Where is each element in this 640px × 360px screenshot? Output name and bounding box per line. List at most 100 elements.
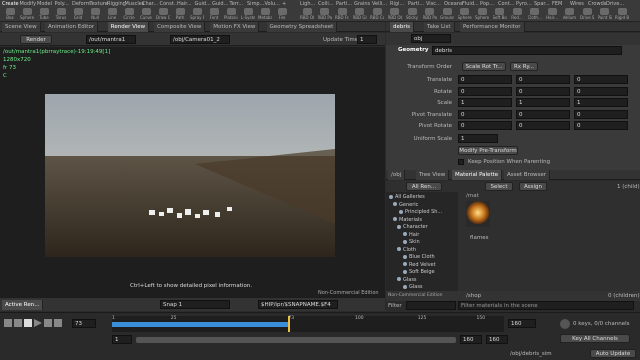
gallery-tree-item[interactable]: Skin — [403, 239, 420, 245]
shelf-tool-rbd[interactable]: RBD Packed... — [318, 8, 332, 22]
shelf-tab[interactable]: Fluid... — [462, 1, 479, 7]
shelf-tool-grid[interactable]: Grid — [71, 8, 85, 22]
current-frame-field[interactable]: 73 — [72, 319, 96, 328]
shelf-tab[interactable]: Pop... — [480, 1, 494, 7]
shelf-tool-curve[interactable]: Curve — [139, 8, 153, 22]
shelf-tab[interactable]: Deform — [72, 1, 91, 7]
shelf-tool-tube[interactable]: Tube — [37, 8, 51, 22]
shelf-tab[interactable]: FEM — [552, 1, 562, 7]
shelf-tab[interactable]: Guid... — [195, 1, 211, 7]
assign-button[interactable]: Assign — [519, 182, 547, 191]
tab-material[interactable]: /obj — [388, 170, 406, 180]
param-field[interactable]: 0 — [516, 109, 570, 119]
stop-icon[interactable] — [24, 319, 32, 327]
shelf-tab[interactable]: Parti... — [408, 1, 424, 7]
shelf-tool-rbd[interactable]: Soft Body — [493, 8, 507, 22]
gallery-tree-item[interactable]: Glass — [403, 284, 423, 290]
shelf-tab[interactable]: Rigging — [107, 1, 126, 7]
tab-right[interactable]: Take List — [424, 22, 455, 32]
shelf-tool-rbd[interactable]: Ground Plane — [440, 8, 454, 22]
param-field[interactable]: 0 — [574, 121, 628, 130]
param-field[interactable]: 0 — [458, 75, 512, 84]
shelf-tool-rbd[interactable]: RBD Object... — [388, 8, 402, 22]
gallery-tree-item[interactable]: Generic — [393, 202, 418, 208]
param-field[interactable]: 0 — [458, 109, 512, 119]
tab-animation-editor[interactable]: Animation Editor — [45, 22, 99, 32]
shelf-tab[interactable]: Guid... — [212, 1, 228, 7]
tab-composite-view[interactable]: Composite View — [154, 22, 206, 32]
param-field[interactable]: 0 — [574, 75, 628, 84]
filter-gallery-input[interactable] — [406, 301, 456, 310]
tab-scene-view[interactable]: Scene View — [2, 22, 41, 32]
shelf-tab[interactable]: Simp... — [247, 1, 264, 7]
renderer-filter-select[interactable]: All Ren... — [406, 182, 442, 191]
auto-update-button[interactable]: Auto Update — [590, 349, 636, 358]
rotation-order-select[interactable]: Rx Ry... — [510, 62, 538, 71]
first-frame-icon[interactable] — [4, 319, 12, 327]
shelf-tool-rbd[interactable]: Drive Sim — [580, 8, 594, 22]
timeline-bar[interactable]: 1 25 73 100 125 150 — [112, 316, 504, 332]
shelf-tool-spray-paint[interactable]: Spray Paint — [190, 8, 204, 22]
shelf-tool-rbd[interactable]: RBD Configure... — [370, 8, 384, 22]
shelf-tool-rbd[interactable]: Hair... — [545, 8, 559, 22]
active-renders-tab[interactable]: Active Ren... — [2, 300, 44, 310]
shelf-tool-rbd[interactable]: Rigid Ball — [615, 8, 629, 22]
shelf-tab[interactable]: Wires — [570, 1, 584, 7]
shelf-tool-rbd[interactable]: Vellum Brush — [563, 8, 577, 22]
play-icon[interactable] — [34, 319, 42, 327]
shelf-tab[interactable]: Modify — [20, 1, 37, 7]
gallery-tree-item[interactable]: Soft Beige — [403, 269, 435, 275]
shelf-tab[interactable]: Grains — [354, 1, 370, 7]
shelf-tab[interactable]: Colli... — [318, 1, 334, 7]
update-time-field[interactable]: 1 — [357, 35, 377, 44]
param-field[interactable]: 0 — [516, 86, 570, 96]
shelf-tab[interactable]: Model — [37, 1, 52, 7]
gallery-tree-item[interactable]: Hair — [403, 232, 419, 238]
param-field[interactable]: 1 — [458, 98, 512, 107]
gallery-tree-item[interactable]: Cloth — [397, 247, 416, 253]
shelf-tab[interactable]: Oceans — [444, 1, 463, 7]
shelf-tab[interactable]: Velli... — [372, 1, 387, 7]
network-path-field[interactable]: obj — [411, 34, 451, 43]
tab-right[interactable]: debris — [390, 22, 415, 32]
gallery-tree-item[interactable]: Principled Sh... — [399, 209, 442, 215]
tab-material[interactable]: Tree View — [416, 170, 450, 180]
last-frame-icon[interactable] — [54, 319, 62, 327]
shelf-tool-file[interactable]: File — [275, 8, 289, 22]
param-field[interactable]: 1 — [574, 98, 628, 107]
global-end-field[interactable]: 160 — [486, 335, 508, 344]
shelf-tab[interactable]: Pyro... — [516, 1, 532, 7]
shelf-tool-metaball[interactable]: Metaball — [258, 8, 272, 22]
range-slider[interactable] — [136, 337, 456, 343]
transform-order-select[interactable]: Scale Rot Tr... — [462, 62, 506, 71]
shelf-tool-platonic-solids[interactable]: Platonic Solids — [224, 8, 238, 22]
gallery-tree-item[interactable]: Materials — [393, 217, 422, 223]
camera-field[interactable]: /obj/Camera01_2 — [170, 35, 230, 44]
shelf-tool-rbd[interactable]: Rod... — [510, 8, 524, 22]
param-field[interactable]: 0 — [574, 109, 628, 119]
shelf-tool-rbd[interactable]: Sticky — [405, 8, 419, 22]
shelf-tab[interactable]: Hair... — [177, 1, 192, 7]
shelf-tool-rbd[interactable]: RBD Glue... — [353, 8, 367, 22]
keep-position-checkbox[interactable] — [458, 159, 464, 165]
tab-motion-fx-view[interactable]: Motion FX View — [210, 22, 260, 32]
gallery-tree-item[interactable]: Blue Cloth — [403, 254, 435, 260]
select-button[interactable]: Select — [485, 182, 513, 191]
tab-material[interactable]: Asset Browser — [504, 170, 551, 180]
shelf-tool-null[interactable]: Null — [88, 8, 102, 22]
shelf-tab[interactable]: Poly... — [55, 1, 69, 7]
shelf-tool-torus[interactable]: Torus — [54, 8, 68, 22]
shelf-tool-path[interactable]: Path — [173, 8, 187, 22]
shelf-tab[interactable]: Const... — [160, 1, 179, 7]
shelf-tool-box[interactable]: Box — [3, 8, 17, 22]
snapshot-path-field[interactable]: $HIP/ipr/$SNAPNAME.$F4 — [258, 300, 338, 309]
shelf-tab[interactable]: Drive... — [606, 1, 624, 7]
shelf-tab[interactable]: Create — [2, 1, 19, 7]
key-icon[interactable] — [560, 319, 570, 329]
shelf-tool-rbd[interactable]: Spheres Plane — [475, 8, 489, 22]
param-field[interactable]: 1 — [516, 98, 570, 107]
filter-scene-input[interactable]: Filter materials in the scene — [458, 301, 634, 310]
shelf-tool-circle[interactable]: Circle — [122, 8, 136, 22]
next-key-icon[interactable] — [44, 319, 52, 327]
snapshot-field[interactable]: Snap 1 — [160, 300, 230, 309]
